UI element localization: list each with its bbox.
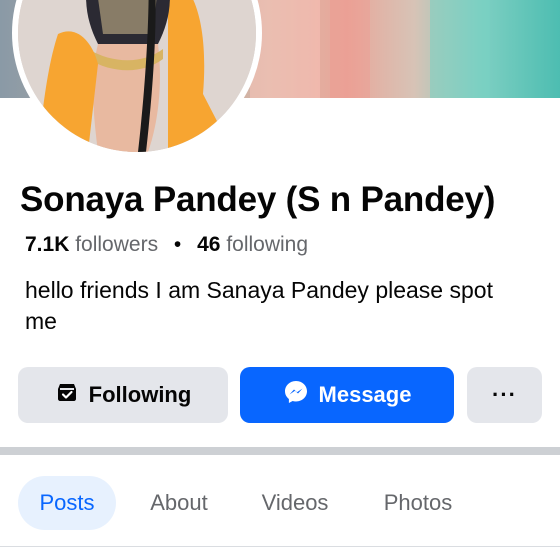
stats-separator: • — [173, 233, 182, 256]
tab-videos[interactable]: Videos — [248, 476, 342, 530]
tab-posts[interactable]: Posts — [18, 476, 116, 530]
profile-picture[interactable] — [18, 0, 256, 152]
tabs-bottom-border — [0, 546, 560, 547]
following-button[interactable]: Following — [18, 367, 228, 423]
section-divider — [0, 447, 560, 455]
following-label[interactable]: following — [226, 233, 308, 256]
tab-photos[interactable]: Photos — [370, 476, 466, 530]
cover-photo-detail — [430, 0, 490, 98]
profile-bio: hello friends I am Sanaya Pandey please … — [25, 277, 493, 334]
tab-about[interactable]: About — [136, 476, 222, 530]
followers-label[interactable]: followers — [75, 233, 158, 256]
more-options-button[interactable]: ··· — [467, 367, 542, 423]
following-button-label: Following — [88, 382, 192, 407]
inbox-check-icon — [55, 380, 79, 410]
profile-tabs: Posts About Videos Photos — [0, 470, 560, 536]
cover-photo-detail — [330, 0, 370, 98]
more-options-icon: ··· — [492, 382, 517, 407]
messenger-icon — [283, 379, 309, 411]
message-button-label: Message — [318, 382, 412, 407]
followers-count[interactable]: 7.1K — [25, 233, 69, 256]
profile-name: Sonaya Pandey (S n Pandey) — [20, 180, 496, 219]
profile-picture-frame[interactable] — [12, 0, 262, 158]
following-count[interactable]: 46 — [197, 233, 220, 256]
follow-stats: 7.1K followers • 46 following — [25, 233, 308, 257]
message-button[interactable]: Message — [240, 367, 454, 423]
profile-picture-image — [18, 0, 256, 152]
